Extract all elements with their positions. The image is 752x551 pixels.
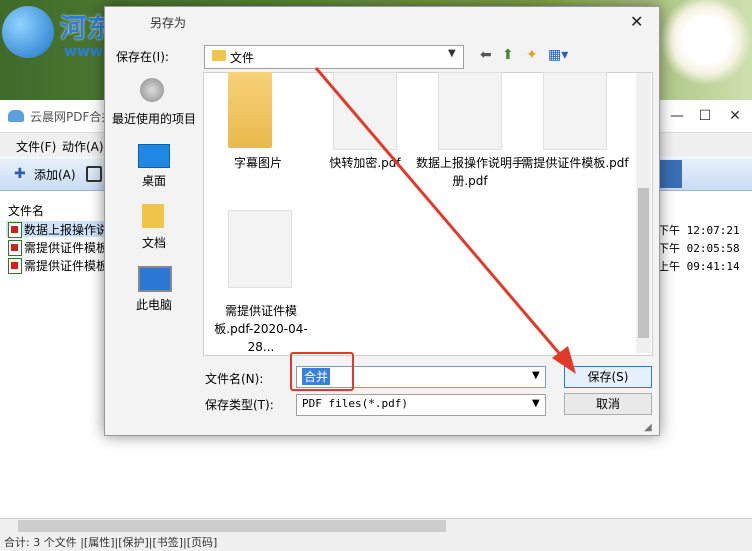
annotation-arrow: [314, 67, 576, 374]
